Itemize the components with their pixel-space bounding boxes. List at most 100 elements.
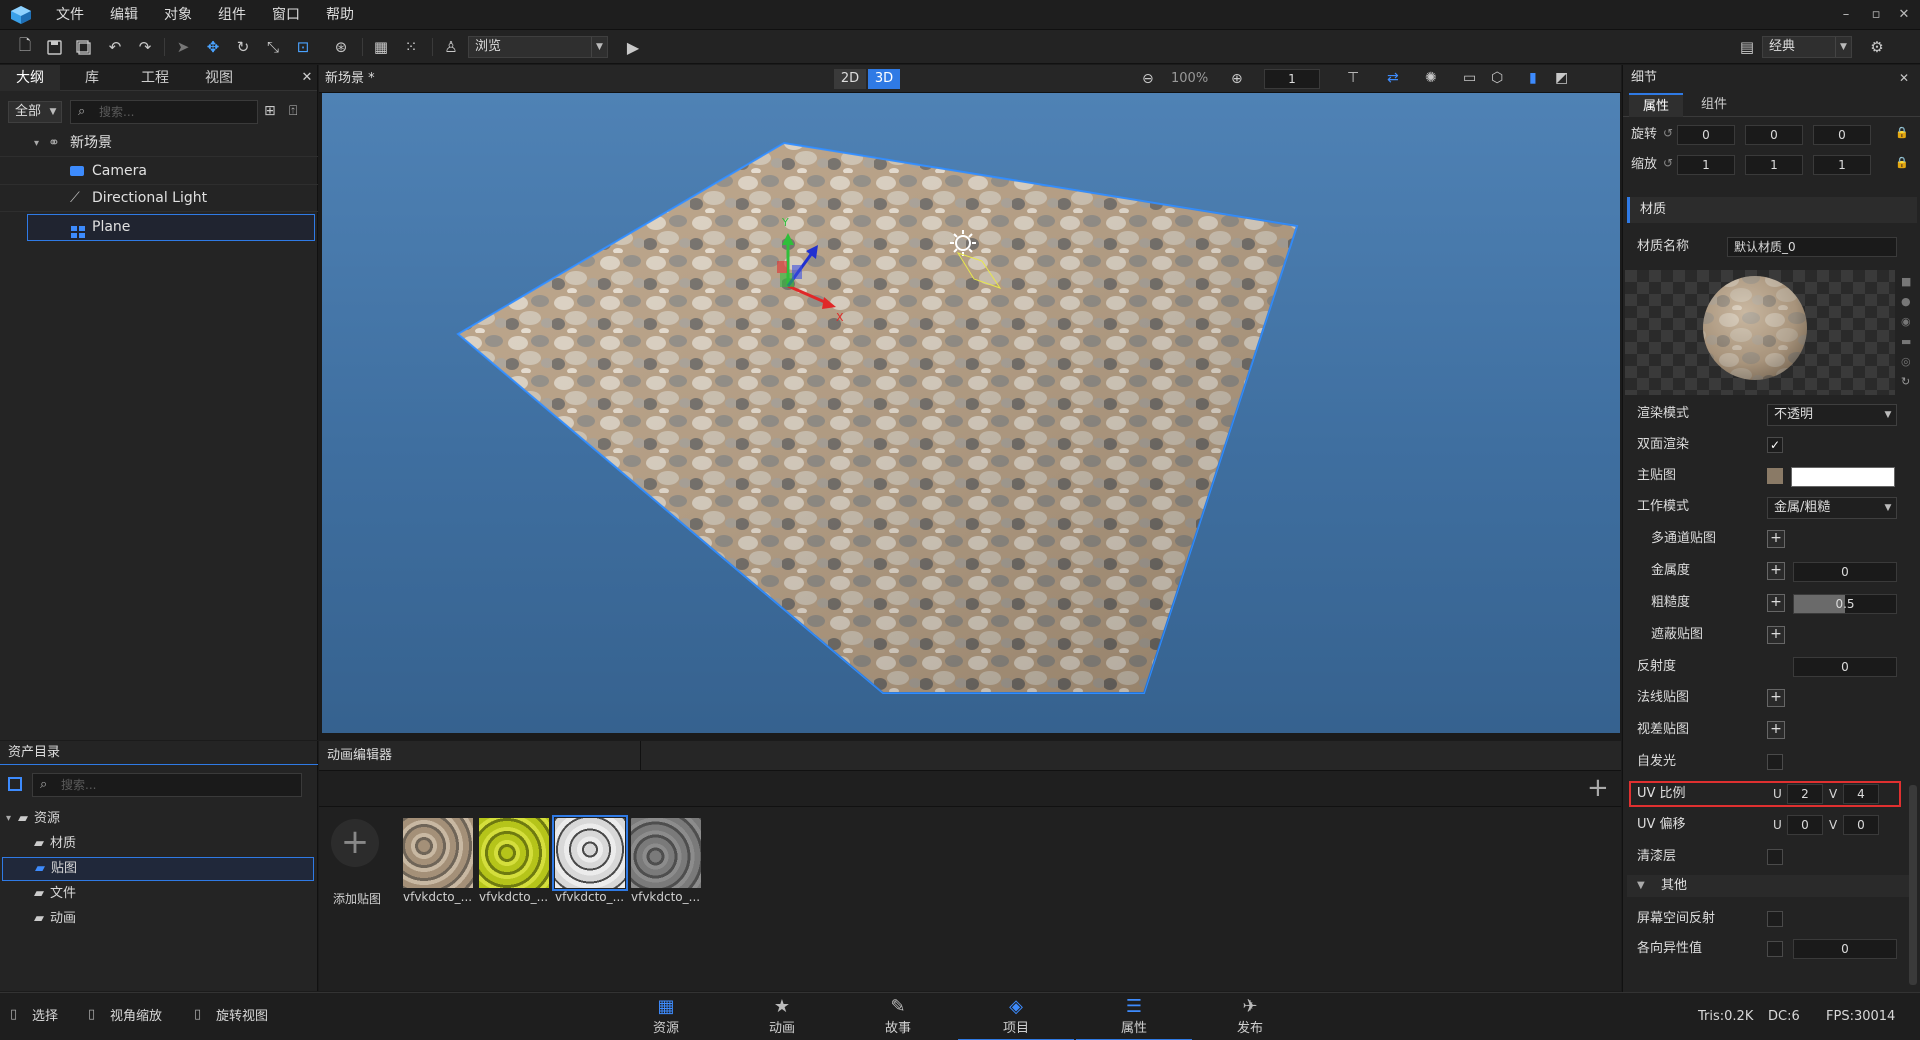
bottom-tab-story[interactable]: ✎ 故事 [840, 993, 956, 1040]
close-window-button[interactable]: ✕ [1890, 0, 1918, 30]
scene-viewport[interactable]: Y X [322, 93, 1620, 733]
view-mode-select[interactable]: 浏览 ▼ [468, 36, 608, 58]
texture-thumbnail[interactable] [403, 818, 473, 888]
snap-grid-icon[interactable]: ⁙ [400, 36, 422, 58]
menu-component[interactable]: 组件 [218, 0, 246, 30]
add-roughness-map-icon[interactable]: + [1767, 594, 1785, 612]
tree-item-camera[interactable]: Camera [0, 158, 318, 185]
material-preview[interactable] [1625, 270, 1895, 395]
step-input[interactable]: 1 [1264, 69, 1320, 89]
layout-mode-select[interactable]: 经典 ▼ [1762, 36, 1852, 58]
restore-button[interactable]: ▫ [1862, 0, 1890, 30]
menu-window[interactable]: 窗口 [272, 0, 300, 30]
light-toggle-icon[interactable]: ✺ [1425, 70, 1437, 86]
reset-icon[interactable]: ↺ [1663, 156, 1673, 170]
preview-torus-icon[interactable]: ◎ [1901, 355, 1911, 368]
details-scrollbar[interactable] [1909, 785, 1917, 985]
bottom-tab-animation[interactable]: ★ 动画 [724, 993, 840, 1040]
add-parallax-map-icon[interactable]: + [1767, 721, 1785, 739]
anisotropy-checkbox[interactable] [1767, 941, 1783, 957]
bottom-tab-assets[interactable]: ▦ 资源 [608, 993, 724, 1040]
bottom-tab-project[interactable]: ◈ 项目 [958, 993, 1074, 1040]
other-section-header[interactable]: ▼ 其他 [1627, 875, 1917, 897]
sync-icon[interactable]: ⇄ [1387, 70, 1399, 86]
asset-folder-textures[interactable]: ▰ 贴图 [2, 857, 314, 881]
tab-project[interactable]: 工程 [124, 65, 186, 91]
panel-toggle-icon[interactable] [8, 777, 22, 791]
asset-tree-root[interactable]: ▾ ▰ 资源 [0, 807, 318, 831]
texture-thumbnail-selected[interactable] [552, 815, 628, 891]
save-all-icon[interactable] [72, 36, 94, 58]
lock-icon[interactable]: 🔒 [1895, 126, 1909, 139]
minimize-button[interactable]: – [1832, 0, 1860, 30]
scale-y-input[interactable]: 1 [1745, 155, 1803, 175]
pivot-icon[interactable]: ⊛ [330, 36, 352, 58]
double-sided-checkbox[interactable]: ✓ [1767, 437, 1783, 453]
texture-thumbnail[interactable] [479, 818, 549, 888]
reset-icon[interactable]: ↺ [1663, 126, 1673, 140]
camera-view-icon[interactable]: ▭ [1463, 70, 1476, 86]
emissive-checkbox[interactable] [1767, 754, 1783, 770]
clearcoat-checkbox[interactable] [1767, 849, 1783, 865]
scale-z-input[interactable]: 1 [1813, 155, 1871, 175]
bottom-tab-properties[interactable]: ☰ 属性 [1076, 993, 1192, 1040]
preview-plane-icon[interactable]: ▬ [1901, 335, 1911, 348]
tab-components[interactable]: 组件 [1687, 93, 1741, 117]
player-icon[interactable]: ♙ [440, 36, 462, 58]
lock-view-icon[interactable]: ▮ [1529, 70, 1537, 86]
bottom-tab-publish[interactable]: ✈ 发布 [1192, 993, 1308, 1040]
settings-gear-icon[interactable]: ⚙ [1866, 36, 1888, 58]
select-tool-icon[interactable]: ➤ [172, 36, 194, 58]
outline-search-input[interactable]: ⌕ 搜索... [70, 100, 258, 124]
anim-editor-tab[interactable]: 动画编辑器 [319, 741, 641, 771]
metalness-input[interactable]: 0 [1793, 562, 1897, 582]
rotate-tool-icon[interactable]: ↻ [232, 36, 254, 58]
close-icon[interactable]: ✕ [1899, 71, 1909, 85]
main-color-swatch[interactable] [1791, 467, 1895, 487]
menu-object[interactable]: 对象 [164, 0, 192, 30]
tab-view[interactable]: 视图 [188, 65, 250, 91]
filter-select[interactable]: 全部 ▼ [8, 101, 62, 123]
menu-help[interactable]: 帮助 [326, 0, 354, 30]
tree-item-scene[interactable]: ▾ ⚭ 新场景 [0, 130, 318, 157]
sort-icon[interactable]: ⍐ [289, 103, 297, 119]
move-tool-icon[interactable]: ✥ [202, 36, 224, 58]
expand-all-icon[interactable]: ⊞ [264, 103, 276, 119]
cube-view-icon[interactable]: ⬡ [1491, 70, 1503, 86]
tab-properties[interactable]: 属性 [1629, 93, 1683, 117]
ssr-checkbox[interactable] [1767, 911, 1783, 927]
uv-scale-v-input[interactable]: 4 [1843, 784, 1879, 804]
work-mode-select[interactable]: 金属/粗糙 ▼ [1767, 497, 1897, 519]
scene-tab-title[interactable]: 新场景 * [325, 65, 375, 93]
rotation-z-input[interactable]: 0 [1813, 125, 1871, 145]
asset-search-input[interactable]: ⌕ 搜索... [32, 773, 302, 797]
play-icon[interactable]: ▶ [622, 36, 644, 58]
add-texture-button[interactable]: + [331, 819, 379, 867]
material-section-header[interactable]: 材质 [1627, 197, 1917, 223]
scale-x-input[interactable]: 1 [1677, 155, 1735, 175]
close-icon[interactable]: ✕ [296, 65, 318, 91]
add-icon[interactable]: + [1587, 773, 1609, 803]
add-occlusion-map-icon[interactable]: + [1767, 626, 1785, 644]
tree-item-directional-light[interactable]: ⟋ Directional Light [0, 185, 318, 212]
rotation-x-input[interactable]: 0 [1677, 125, 1735, 145]
tab-library[interactable]: 库 [62, 65, 122, 91]
redo-icon[interactable]: ↷ [134, 36, 156, 58]
save-icon[interactable] [43, 36, 65, 58]
zoom-in-icon[interactable]: ⊕ [1231, 71, 1243, 87]
add-multi-channel-icon[interactable]: + [1767, 530, 1785, 548]
uv-offset-u-input[interactable]: 0 [1787, 815, 1823, 835]
add-normal-map-icon[interactable]: + [1767, 689, 1785, 707]
render-mode-select[interactable]: 不透明 ▼ [1767, 404, 1897, 426]
lock-icon[interactable]: 🔒 [1895, 156, 1909, 169]
add-metalness-map-icon[interactable]: + [1767, 562, 1785, 580]
texture-thumbnail[interactable] [631, 818, 701, 888]
asset-folder-animations[interactable]: ▰ 动画 [0, 907, 318, 931]
transform-tool-icon[interactable]: ⊡ [292, 36, 314, 58]
menu-file[interactable]: 文件 [56, 0, 84, 30]
preview-rotate-icon[interactable]: ↻ [1901, 375, 1910, 388]
material-name-input[interactable]: 默认材质_0 [1727, 237, 1897, 257]
roughness-slider[interactable]: 0.5 [1793, 594, 1897, 614]
main-texture-thumbnail[interactable] [1767, 468, 1783, 484]
render-settings-icon[interactable]: ◩ [1555, 70, 1568, 86]
